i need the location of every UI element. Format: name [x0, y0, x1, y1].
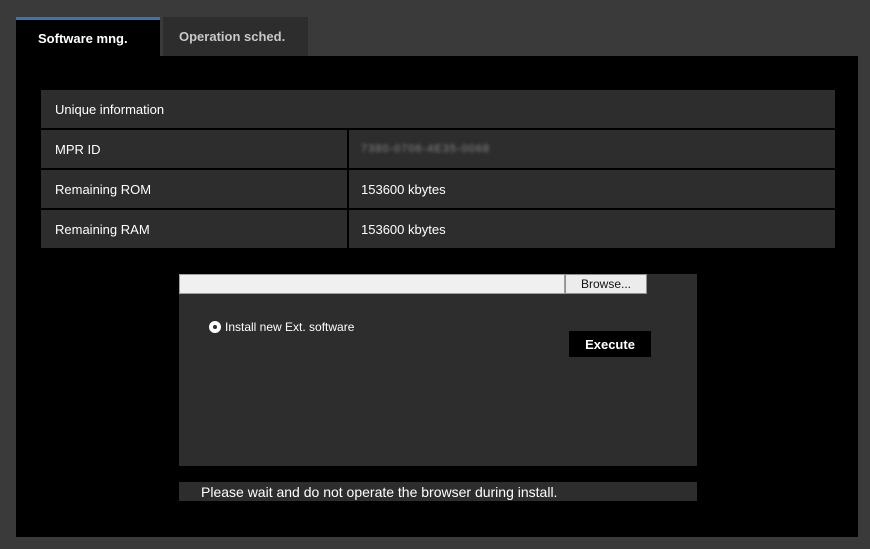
unique-info-header: Unique information: [41, 90, 835, 128]
remaining-rom-label: Remaining ROM: [41, 170, 347, 208]
table-row: MPR ID 7380-0706-4E35-0068: [41, 130, 835, 168]
table-row: Remaining ROM 153600 kbytes: [41, 170, 835, 208]
browse-button[interactable]: Browse...: [565, 274, 647, 294]
remaining-ram-label: Remaining RAM: [41, 210, 347, 248]
status-message: Please wait and do not operate the brows…: [179, 482, 697, 501]
mpr-id-label: MPR ID: [41, 130, 347, 168]
install-option[interactable]: Install new Ext. software: [209, 320, 354, 334]
radio-selected-icon[interactable]: [209, 321, 221, 333]
mpr-id-text: 7380-0706-4E35-0068: [361, 143, 491, 155]
mpr-id-value: 7380-0706-4E35-0068: [349, 130, 835, 168]
execute-button[interactable]: Execute: [569, 331, 651, 357]
remaining-rom-value: 153600 kbytes: [349, 170, 835, 208]
remaining-ram-value: 153600 kbytes: [349, 210, 835, 248]
tab-operation-sched[interactable]: Operation sched.: [163, 17, 308, 56]
unique-info-table: Unique information MPR ID 7380-0706-4E35…: [41, 90, 835, 250]
install-option-label: Install new Ext. software: [225, 320, 355, 334]
install-panel: Browse... Install new Ext. software Exec…: [179, 274, 697, 466]
file-path-input[interactable]: [179, 274, 565, 294]
tab-software-mng[interactable]: Software mng.: [16, 17, 160, 56]
table-row: Remaining RAM 153600 kbytes: [41, 210, 835, 248]
software-panel: Unique information MPR ID 7380-0706-4E35…: [16, 56, 858, 537]
tab-bar: Software mng. Operation sched.: [16, 17, 858, 56]
